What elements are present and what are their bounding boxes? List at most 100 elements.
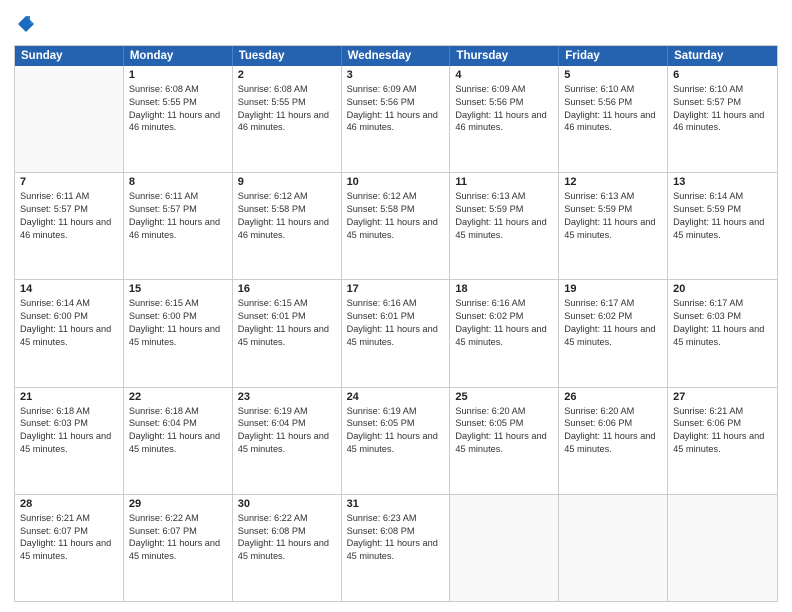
day-cell-27: 27 Sunrise: 6:21 AMSunset: 6:06 PMDayligh… <box>668 388 777 494</box>
sun-info: Sunrise: 6:12 AMSunset: 5:58 PMDaylight:… <box>347 190 445 242</box>
day-number: 2 <box>238 69 336 81</box>
day-cell-18: 18 Sunrise: 6:16 AMSunset: 6:02 PMDayligh… <box>450 280 559 386</box>
day-number: 8 <box>129 176 227 188</box>
calendar-row-5: 28 Sunrise: 6:21 AMSunset: 6:07 PMDayligh… <box>15 495 777 601</box>
day-number: 20 <box>673 283 772 295</box>
calendar-body: 1 Sunrise: 6:08 AMSunset: 5:55 PMDaylight… <box>15 66 777 601</box>
sun-info: Sunrise: 6:15 AMSunset: 6:01 PMDaylight:… <box>238 297 336 349</box>
sun-info: Sunrise: 6:18 AMSunset: 6:03 PMDaylight:… <box>20 405 118 457</box>
day-cell-7: 7 Sunrise: 6:11 AMSunset: 5:57 PMDaylight… <box>15 173 124 279</box>
day-cell-25: 25Sunrise: 6:20 AMSunset: 6:05 PMDayligh… <box>450 388 559 494</box>
day-cell-13: 13 Sunrise: 6:14 AMSunset: 5:59 PMDayligh… <box>668 173 777 279</box>
day-cell-9: 9 Sunrise: 6:12 AMSunset: 5:58 PMDaylight… <box>233 173 342 279</box>
calendar-header: SundayMondayTuesdayWednesdayThursdayFrid… <box>15 46 777 66</box>
sun-info: Sunrise: 6:16 AMSunset: 6:02 PMDaylight:… <box>455 297 553 349</box>
sun-info: Sunrise: 6:15 AMSunset: 6:00 PMDaylight:… <box>129 297 227 349</box>
day-number: 23 <box>238 391 336 403</box>
day-number: 12 <box>564 176 662 188</box>
day-cell-14: 14 Sunrise: 6:14 AMSunset: 6:00 PMDayligh… <box>15 280 124 386</box>
calendar-row-4: 21 Sunrise: 6:18 AMSunset: 6:03 PMDayligh… <box>15 388 777 495</box>
page-header <box>14 10 778 39</box>
day-cell-16: 16Sunrise: 6:15 AMSunset: 6:01 PMDayligh… <box>233 280 342 386</box>
sun-info: Sunrise: 6:20 AMSunset: 6:06 PMDaylight:… <box>564 405 662 457</box>
empty-cell <box>668 495 777 601</box>
calendar-page: SundayMondayTuesdayWednesdayThursdayFrid… <box>0 0 792 612</box>
sun-info: Sunrise: 6:22 AMSunset: 6:08 PMDaylight:… <box>238 512 336 564</box>
sun-info: Sunrise: 6:13 AMSunset: 5:59 PMDaylight:… <box>455 190 553 242</box>
sun-info: Sunrise: 6:13 AMSunset: 5:59 PMDaylight:… <box>564 190 662 242</box>
day-number: 27 <box>673 391 772 403</box>
day-of-week-tuesday: Tuesday <box>233 46 342 66</box>
day-of-week-monday: Monday <box>124 46 233 66</box>
day-number: 30 <box>238 498 336 510</box>
sun-info: Sunrise: 6:18 AMSunset: 6:04 PMDaylight:… <box>129 405 227 457</box>
day-number: 4 <box>455 69 553 81</box>
day-number: 9 <box>238 176 336 188</box>
empty-cell <box>15 66 124 172</box>
day-cell-8: 8Sunrise: 6:11 AMSunset: 5:57 PMDaylight… <box>124 173 233 279</box>
day-cell-10: 10 Sunrise: 6:12 AMSunset: 5:58 PMDayligh… <box>342 173 451 279</box>
day-cell-22: 22 Sunrise: 6:18 AMSunset: 6:04 PMDayligh… <box>124 388 233 494</box>
empty-cell <box>450 495 559 601</box>
logo-icon <box>16 14 36 34</box>
sun-info: Sunrise: 6:21 AMSunset: 6:07 PMDaylight:… <box>20 512 118 564</box>
day-number: 7 <box>20 176 118 188</box>
day-cell-20: 20 Sunrise: 6:17 AMSunset: 6:03 PMDayligh… <box>668 280 777 386</box>
day-number: 21 <box>20 391 118 403</box>
sun-info: Sunrise: 6:22 AMSunset: 6:07 PMDaylight:… <box>129 512 227 564</box>
sun-info: Sunrise: 6:20 AMSunset: 6:05 PMDaylight:… <box>455 405 553 457</box>
day-of-week-wednesday: Wednesday <box>342 46 451 66</box>
day-number: 15 <box>129 283 227 295</box>
day-number: 3 <box>347 69 445 81</box>
day-of-week-thursday: Thursday <box>450 46 559 66</box>
day-cell-28: 28 Sunrise: 6:21 AMSunset: 6:07 PMDayligh… <box>15 495 124 601</box>
day-cell-4: 4 Sunrise: 6:09 AMSunset: 5:56 PMDaylight… <box>450 66 559 172</box>
day-number: 6 <box>673 69 772 81</box>
day-cell-19: 19Sunrise: 6:17 AMSunset: 6:02 PMDayligh… <box>559 280 668 386</box>
day-number: 22 <box>129 391 227 403</box>
sun-info: Sunrise: 6:08 AMSunset: 5:55 PMDaylight:… <box>129 83 227 135</box>
calendar-row-1: 1 Sunrise: 6:08 AMSunset: 5:55 PMDaylight… <box>15 66 777 173</box>
day-cell-5: 5Sunrise: 6:10 AMSunset: 5:56 PMDaylight… <box>559 66 668 172</box>
day-number: 24 <box>347 391 445 403</box>
sun-info: Sunrise: 6:08 AMSunset: 5:55 PMDaylight:… <box>238 83 336 135</box>
day-number: 17 <box>347 283 445 295</box>
day-number: 28 <box>20 498 118 510</box>
day-number: 5 <box>564 69 662 81</box>
sun-info: Sunrise: 6:19 AMSunset: 6:05 PMDaylight:… <box>347 405 445 457</box>
day-of-week-saturday: Saturday <box>668 46 777 66</box>
day-number: 29 <box>129 498 227 510</box>
sun-info: Sunrise: 6:16 AMSunset: 6:01 PMDaylight:… <box>347 297 445 349</box>
day-number: 26 <box>564 391 662 403</box>
sun-info: Sunrise: 6:19 AMSunset: 6:04 PMDaylight:… <box>238 405 336 457</box>
sun-info: Sunrise: 6:14 AMSunset: 6:00 PMDaylight:… <box>20 297 118 349</box>
day-cell-12: 12 Sunrise: 6:13 AMSunset: 5:59 PMDayligh… <box>559 173 668 279</box>
day-number: 14 <box>20 283 118 295</box>
day-number: 18 <box>455 283 553 295</box>
calendar-row-2: 7 Sunrise: 6:11 AMSunset: 5:57 PMDaylight… <box>15 173 777 280</box>
day-number: 1 <box>129 69 227 81</box>
sun-info: Sunrise: 6:17 AMSunset: 6:03 PMDaylight:… <box>673 297 772 349</box>
sun-info: Sunrise: 6:11 AMSunset: 5:57 PMDaylight:… <box>20 190 118 242</box>
day-cell-21: 21 Sunrise: 6:18 AMSunset: 6:03 PMDayligh… <box>15 388 124 494</box>
day-number: 19 <box>564 283 662 295</box>
day-of-week-friday: Friday <box>559 46 668 66</box>
day-of-week-sunday: Sunday <box>15 46 124 66</box>
day-number: 10 <box>347 176 445 188</box>
day-cell-23: 23 Sunrise: 6:19 AMSunset: 6:04 PMDayligh… <box>233 388 342 494</box>
day-number: 11 <box>455 176 553 188</box>
calendar: SundayMondayTuesdayWednesdayThursdayFrid… <box>14 45 778 602</box>
sun-info: Sunrise: 6:21 AMSunset: 6:06 PMDaylight:… <box>673 405 772 457</box>
sun-info: Sunrise: 6:09 AMSunset: 5:56 PMDaylight:… <box>455 83 553 135</box>
day-number: 13 <box>673 176 772 188</box>
sun-info: Sunrise: 6:14 AMSunset: 5:59 PMDaylight:… <box>673 190 772 242</box>
day-number: 31 <box>347 498 445 510</box>
day-cell-6: 6Sunrise: 6:10 AMSunset: 5:57 PMDaylight… <box>668 66 777 172</box>
day-cell-30: 30 Sunrise: 6:22 AMSunset: 6:08 PMDayligh… <box>233 495 342 601</box>
sun-info: Sunrise: 6:09 AMSunset: 5:56 PMDaylight:… <box>347 83 445 135</box>
day-cell-11: 11 Sunrise: 6:13 AMSunset: 5:59 PMDayligh… <box>450 173 559 279</box>
sun-info: Sunrise: 6:12 AMSunset: 5:58 PMDaylight:… <box>238 190 336 242</box>
calendar-row-3: 14 Sunrise: 6:14 AMSunset: 6:00 PMDayligh… <box>15 280 777 387</box>
day-cell-1: 1 Sunrise: 6:08 AMSunset: 5:55 PMDaylight… <box>124 66 233 172</box>
day-cell-26: 26 Sunrise: 6:20 AMSunset: 6:06 PMDayligh… <box>559 388 668 494</box>
